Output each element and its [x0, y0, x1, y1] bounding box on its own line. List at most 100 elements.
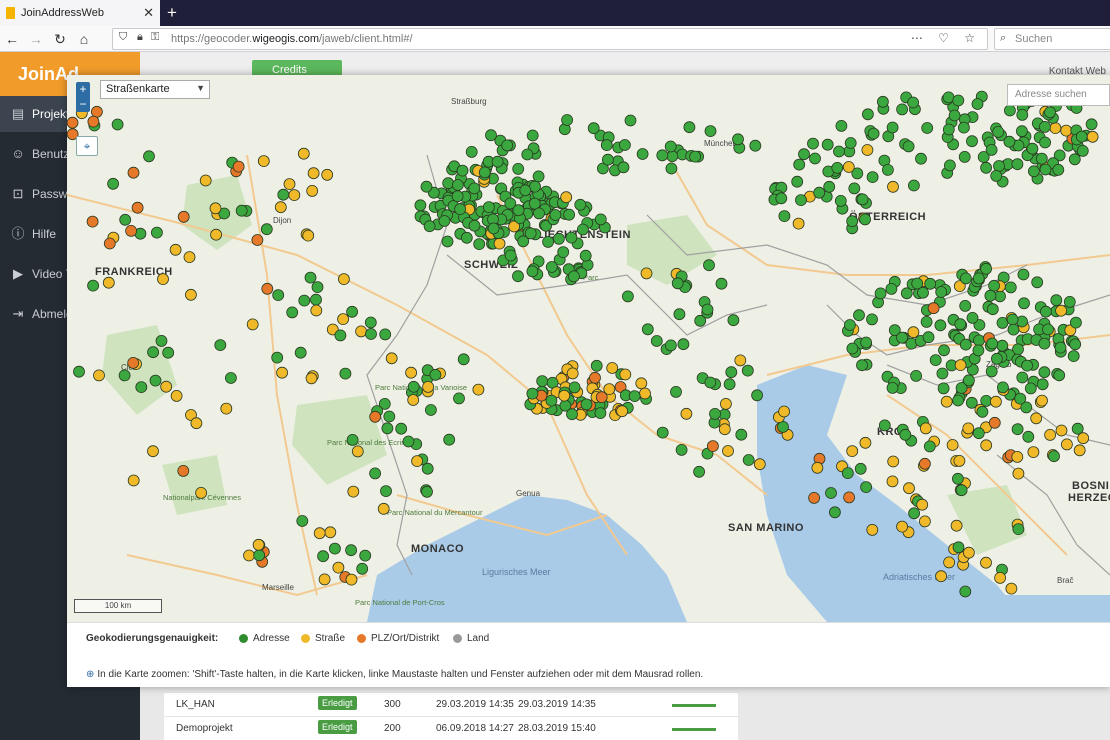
reload-icon[interactable]: ↻: [50, 29, 70, 49]
geocode-marker[interactable]: [911, 277, 924, 290]
geocode-marker[interactable]: [1044, 106, 1056, 119]
geocode-marker[interactable]: [777, 420, 789, 433]
geocode-marker[interactable]: [67, 116, 79, 129]
geocode-marker[interactable]: [1040, 305, 1052, 318]
geocode-marker[interactable]: [220, 402, 233, 415]
geocode-marker[interactable]: [972, 427, 985, 440]
geocode-marker[interactable]: [504, 249, 517, 262]
geocode-marker[interactable]: [590, 359, 603, 372]
browser-search-input[interactable]: ⌕ Suchen: [994, 28, 1110, 50]
geocode-marker[interactable]: [524, 227, 537, 240]
geocode-marker[interactable]: [985, 365, 998, 378]
geocode-marker[interactable]: [1004, 104, 1016, 117]
geocode-marker[interactable]: [321, 168, 334, 181]
geocode-marker[interactable]: [298, 294, 311, 307]
geocode-marker[interactable]: [337, 313, 350, 326]
geocode-marker[interactable]: [304, 271, 317, 284]
geocode-marker[interactable]: [725, 366, 738, 379]
geocode-marker[interactable]: [811, 461, 824, 474]
geocode-marker[interactable]: [624, 114, 637, 127]
geocode-marker[interactable]: [993, 160, 1005, 172]
geocode-marker[interactable]: [922, 331, 935, 344]
geocode-marker[interactable]: [997, 381, 1009, 394]
geocode-marker[interactable]: [421, 485, 433, 498]
geocode-marker[interactable]: [214, 339, 227, 352]
geocode-marker[interactable]: [988, 416, 1001, 429]
page-actions[interactable]: ⋯ ♡ ☆: [911, 31, 981, 45]
geocode-marker[interactable]: [1055, 304, 1067, 317]
geocode-marker[interactable]: [549, 209, 562, 221]
geocode-marker[interactable]: [482, 201, 495, 214]
geocode-marker[interactable]: [734, 354, 747, 367]
geocode-marker[interactable]: [190, 417, 203, 430]
new-tab-button[interactable]: +: [162, 2, 182, 24]
geocode-marker[interactable]: [243, 549, 255, 562]
geocode-marker[interactable]: [1011, 423, 1024, 436]
geocode-marker[interactable]: [937, 382, 950, 395]
geocode-marker[interactable]: [628, 390, 641, 403]
geocode-marker[interactable]: [294, 346, 307, 359]
geocode-marker[interactable]: [424, 404, 437, 416]
geocode-marker[interactable]: [844, 319, 856, 331]
geocode-marker[interactable]: [701, 303, 714, 316]
geocode-marker[interactable]: [735, 428, 748, 441]
geocode-marker[interactable]: [833, 145, 845, 158]
geocode-marker[interactable]: [866, 171, 879, 183]
geocode-marker[interactable]: [675, 443, 688, 456]
geocode-marker[interactable]: [896, 520, 908, 533]
map-layer-select[interactable]: Straßenkarte ▼: [100, 80, 210, 99]
geocode-marker[interactable]: [1067, 350, 1080, 363]
geocode-marker[interactable]: [952, 541, 965, 554]
geocode-marker[interactable]: [887, 180, 899, 193]
geocode-marker[interactable]: [854, 462, 867, 475]
geocode-marker[interactable]: [859, 213, 871, 226]
geocode-marker[interactable]: [332, 561, 345, 574]
geocode-marker[interactable]: [402, 435, 415, 448]
geocode-marker[interactable]: [727, 314, 740, 327]
geocode-marker[interactable]: [589, 371, 601, 384]
geocode-marker[interactable]: [1011, 450, 1024, 463]
geocode-marker[interactable]: [896, 103, 908, 116]
geocode-marker[interactable]: [990, 395, 1002, 408]
geocode-marker[interactable]: [271, 351, 284, 364]
geocode-marker[interactable]: [954, 318, 967, 331]
geocode-marker[interactable]: [919, 457, 931, 470]
geocode-marker[interactable]: [1022, 430, 1035, 443]
geocode-marker[interactable]: [1030, 412, 1043, 425]
geocode-marker[interactable]: [297, 147, 310, 160]
geocode-marker[interactable]: [742, 454, 755, 466]
geocode-marker[interactable]: [405, 366, 418, 379]
geocode-marker[interactable]: [950, 519, 963, 532]
geocode-marker[interactable]: [934, 319, 947, 332]
geocode-marker[interactable]: [346, 305, 359, 318]
geocode-marker[interactable]: [369, 410, 382, 423]
geocode-marker[interactable]: [907, 326, 920, 339]
geocode-marker[interactable]: [1014, 392, 1027, 405]
geocode-marker[interactable]: [963, 546, 975, 559]
geocode-marker[interactable]: [1077, 432, 1090, 445]
geocode-marker[interactable]: [302, 229, 315, 242]
geocode-marker[interactable]: [877, 95, 889, 108]
geocode-marker[interactable]: [580, 398, 593, 411]
geocode-marker[interactable]: [903, 482, 915, 495]
geocode-marker[interactable]: [994, 571, 1006, 584]
geocode-marker[interactable]: [919, 422, 932, 435]
geocode-marker[interactable]: [1006, 313, 1019, 326]
geocode-marker[interactable]: [90, 105, 103, 118]
geocode-marker[interactable]: [296, 515, 309, 527]
geocode-marker[interactable]: [441, 235, 454, 248]
geocode-marker[interactable]: [380, 485, 392, 498]
geocode-marker[interactable]: [856, 193, 869, 206]
geocode-marker[interactable]: [813, 186, 826, 199]
geocode-marker[interactable]: [317, 550, 330, 563]
geocode-marker[interactable]: [606, 362, 619, 374]
geocode-marker[interactable]: [286, 306, 299, 319]
geocode-marker[interactable]: [666, 150, 679, 163]
geocode-marker[interactable]: [792, 217, 805, 230]
geocode-marker[interactable]: [103, 237, 116, 250]
geocode-marker[interactable]: [224, 372, 237, 384]
geocode-marker[interactable]: [318, 573, 331, 586]
geocode-marker[interactable]: [856, 359, 868, 372]
geocode-marker[interactable]: [305, 372, 318, 385]
geocode-marker[interactable]: [102, 276, 115, 289]
